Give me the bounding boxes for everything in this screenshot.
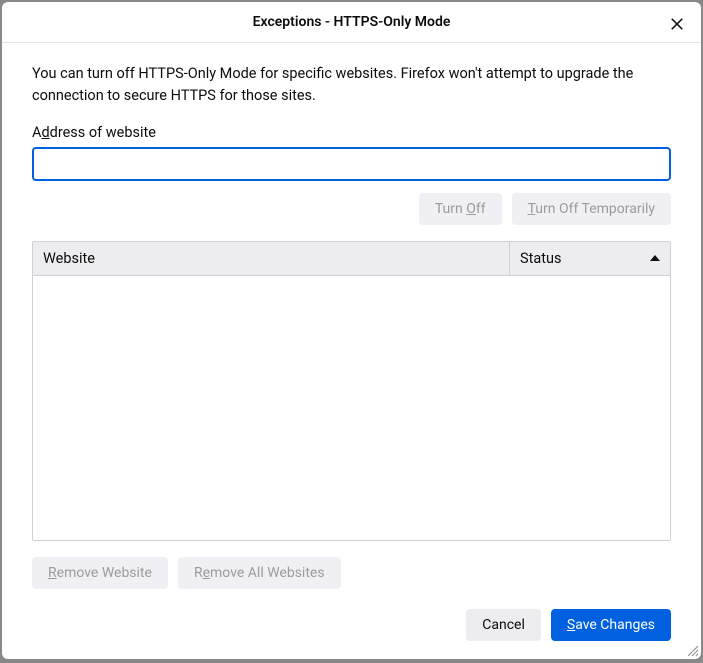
dialog-footer: Cancel Save Changes — [2, 605, 701, 659]
resize-grip-icon[interactable] — [685, 643, 699, 657]
dialog-title: Exceptions - HTTPS-Only Mode — [253, 14, 451, 30]
address-input[interactable] — [32, 147, 671, 181]
table-header: Website Status — [33, 242, 670, 276]
cancel-button[interactable]: Cancel — [466, 609, 541, 641]
save-changes-button[interactable]: Save Changes — [551, 609, 671, 641]
dialog-header: Exceptions - HTTPS-Only Mode — [2, 2, 701, 43]
remove-button-row: Remove Website Remove All Websites — [32, 557, 671, 589]
table-body[interactable] — [33, 276, 670, 540]
exceptions-dialog: Exceptions - HTTPS-Only Mode You can tur… — [2, 2, 701, 659]
dialog-body: You can turn off HTTPS-Only Mode for spe… — [2, 43, 701, 605]
sort-ascending-icon — [650, 255, 660, 261]
column-header-status[interactable]: Status — [510, 242, 670, 275]
description-text: You can turn off HTTPS-Only Mode for spe… — [32, 63, 671, 108]
exceptions-table: Website Status — [32, 241, 671, 541]
turn-off-button-row: Turn Off Turn Off Temporarily — [32, 193, 671, 225]
close-button[interactable] — [665, 12, 689, 36]
turn-off-temporarily-button[interactable]: Turn Off Temporarily — [512, 193, 671, 225]
column-header-website[interactable]: Website — [33, 242, 510, 275]
close-icon — [670, 17, 684, 31]
remove-website-button[interactable]: Remove Website — [32, 557, 168, 589]
address-label: Address of website — [32, 124, 671, 141]
turn-off-button[interactable]: Turn Off — [419, 193, 502, 225]
remove-all-websites-button[interactable]: Remove All Websites — [178, 557, 341, 589]
